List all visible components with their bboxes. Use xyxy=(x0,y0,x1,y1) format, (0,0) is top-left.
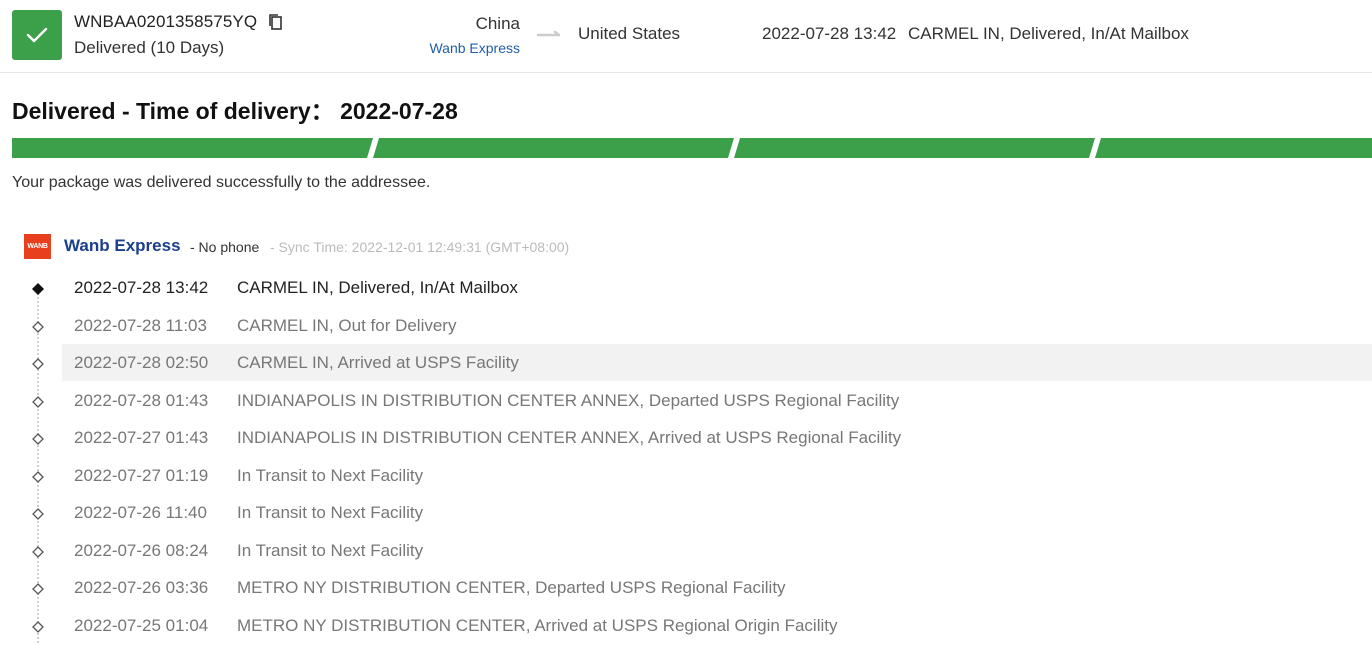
hollow-diamond-icon xyxy=(32,507,44,520)
hollow-diamond-icon xyxy=(32,320,44,333)
filled-diamond-icon xyxy=(32,282,44,295)
hollow-diamond-icon xyxy=(32,395,44,408)
status-summary: Delivered (10 Days) xyxy=(74,38,225,57)
hollow-diamond-icon xyxy=(32,357,44,370)
event-description: In Transit to Next Facility xyxy=(237,540,424,560)
destination-country: United States xyxy=(578,24,681,43)
event-time: 2022-07-25 01:04 xyxy=(74,615,209,635)
progress-segment xyxy=(1095,138,1372,158)
latest-event-time: 2022-07-28 13:42 xyxy=(762,24,897,43)
tracking-page: WNBAA0201358575YQ Delivered (10 Days) Ch… xyxy=(0,0,1372,645)
timeline-event: 2022-07-27 01:19 In Transit to Next Facil… xyxy=(62,457,1372,494)
delivery-message: Your package was delivered successfully … xyxy=(12,174,431,191)
event-description: CARMEL IN, Arrived at USPS Facility xyxy=(237,353,519,372)
event-description: In Transit to Next Facility xyxy=(237,503,424,522)
event-time: 2022-07-26 03:36 xyxy=(74,578,209,597)
event-time: 2022-07-28 13:42 xyxy=(74,278,209,297)
timeline-event: 2022-07-28 01:43 INDIANAPOLIS IN DISTRIBU… xyxy=(62,382,1372,419)
hollow-diamond-icon xyxy=(32,620,44,633)
progress-segment xyxy=(373,138,734,158)
event-time: 2022-07-27 01:43 xyxy=(74,428,209,447)
event-description: CARMEL IN, Delivered, In/At Mailbox xyxy=(237,278,518,297)
checkmark-icon xyxy=(26,27,48,43)
delivery-progress-bar xyxy=(12,138,1372,158)
carrier-info: WANB Wanb Express - No phone - Sync Time… xyxy=(24,233,1024,259)
event-time: 2022-07-26 11:40 xyxy=(74,503,207,522)
sync-time: - Sync Time: 2022-12-01 12:49:31 (GMT+08… xyxy=(270,239,570,255)
event-description: INDIANAPOLIS IN DISTRIBUTION CENTER ANNE… xyxy=(237,428,902,447)
hollow-diamond-icon xyxy=(32,545,44,558)
timeline-event: 2022-07-28 11:03 CARMEL IN, Out for Deliv… xyxy=(62,307,1372,344)
timeline-event: 2022-07-27 01:43 INDIANAPOLIS IN DISTRIBU… xyxy=(62,419,1372,456)
timeline-event: 2022-07-26 03:36 METRO NY DISTRIBUTION CE… xyxy=(62,569,1372,606)
progress-segment xyxy=(12,138,373,158)
hollow-diamond-icon xyxy=(32,582,44,595)
event-time: 2022-07-27 01:19 xyxy=(74,465,209,485)
event-time: 2022-07-26 08:24 xyxy=(74,540,209,560)
tracking-number: WNBAA0201358575YQ xyxy=(74,12,258,31)
tracking-timeline: 2022-07-28 13:42 CARMEL IN, Delivered, In… xyxy=(0,268,1372,645)
timeline-event: 2022-07-28 13:42 CARMEL IN, Delivered, In… xyxy=(62,269,1372,306)
delivery-title: Delivered - Time of delivery： 2022-07-28 xyxy=(12,98,458,124)
delivered-status-badge xyxy=(12,10,62,60)
event-description: CARMEL IN, Out for Delivery xyxy=(237,315,457,335)
timeline-event: 2022-07-26 11:40 In Transit to Next Facil… xyxy=(62,494,1372,531)
timeline-event: 2022-07-26 08:24 In Transit to Next Facil… xyxy=(62,532,1372,569)
carrier-name-link[interactable]: Wanb Express xyxy=(64,236,181,256)
event-time: 2022-07-28 02:50 xyxy=(74,353,209,372)
hollow-diamond-icon xyxy=(32,432,44,445)
hollow-diamond-icon xyxy=(32,470,44,483)
arrow-right-icon xyxy=(536,27,565,46)
progress-segment xyxy=(734,138,1095,158)
event-time: 2022-07-28 11:03 xyxy=(74,315,207,335)
origin-country: China xyxy=(475,14,520,33)
timeline-event: 2022-07-28 02:50 CARMEL IN, Arrived at US… xyxy=(62,344,1372,381)
latest-event-description: CARMEL IN, Delivered, In/At Mailbox xyxy=(908,24,1189,43)
copy-icon[interactable] xyxy=(268,13,283,36)
timeline-event: 2022-07-25 01:04 METRO NY DISTRIBUTION CE… xyxy=(62,607,1372,644)
event-description: INDIANAPOLIS IN DISTRIBUTION CENTER ANNE… xyxy=(237,390,900,410)
event-description: METRO NY DISTRIBUTION CENTER, Departed U… xyxy=(237,578,786,597)
event-time: 2022-07-28 01:43 xyxy=(74,390,209,410)
event-description: METRO NY DISTRIBUTION CENTER, Arrived at… xyxy=(237,615,838,635)
event-description: In Transit to Next Facility xyxy=(237,465,424,485)
carrier-logo: WANB xyxy=(24,234,51,259)
tracking-header: WNBAA0201358575YQ Delivered (10 Days) Ch… xyxy=(0,0,1372,73)
carrier-link[interactable]: Wanb Express xyxy=(400,40,520,56)
carrier-phone: - No phone xyxy=(190,239,260,255)
